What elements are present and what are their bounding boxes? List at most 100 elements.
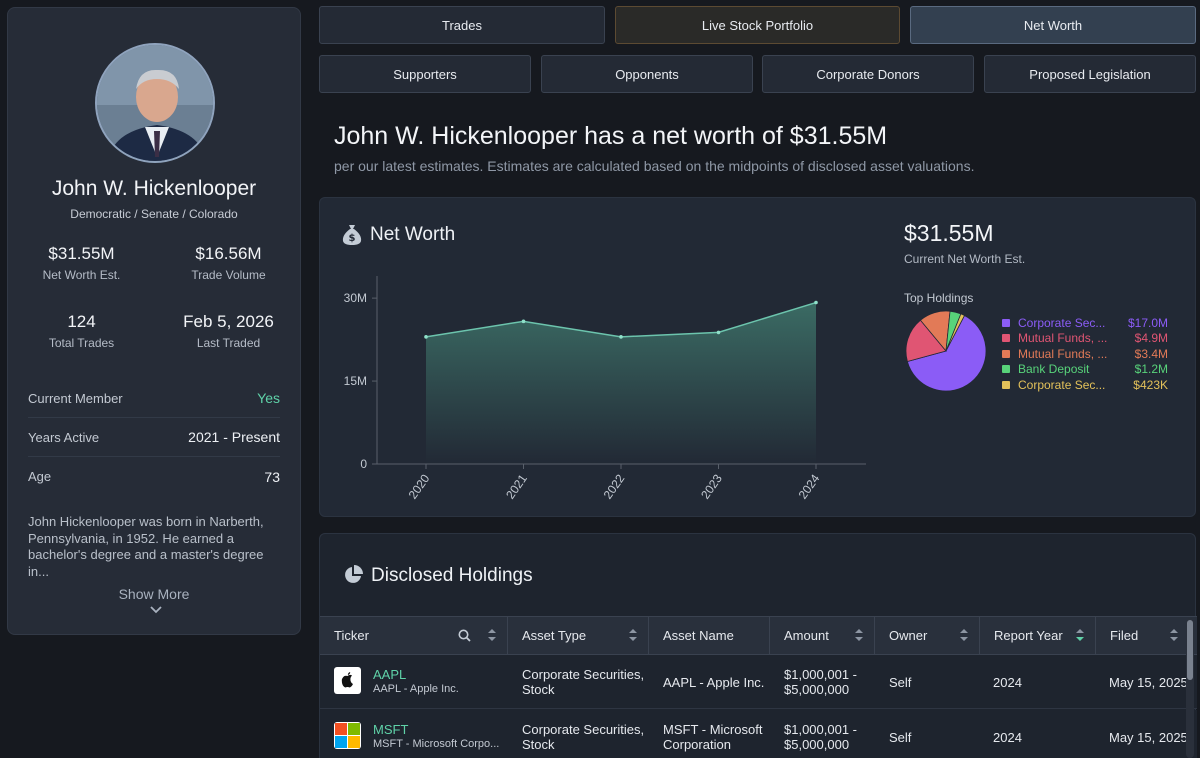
current-member-value: Yes xyxy=(257,390,280,406)
net-worth-area-chart: 0 15M 30M 2020 2021 2022 2023 2024 xyxy=(344,276,866,502)
tab-live-stock-portfolio[interactable]: Live Stock Portfolio xyxy=(615,6,900,44)
x-tick-label: 2022 xyxy=(601,471,628,501)
x-tick-label: 2023 xyxy=(698,471,725,501)
sort-icon[interactable] xyxy=(854,628,864,642)
age-row: Age 73 xyxy=(28,457,280,496)
years-active-row: Years Active 2021 - Present xyxy=(28,418,280,457)
legend-label: Corporate Sec... xyxy=(1018,315,1106,330)
ticker-cell[interactable]: MSFT MSFT - Microsoft Corpo... xyxy=(373,710,503,758)
asset-type-line: Corporate Securities, xyxy=(522,722,645,737)
disclosed-holdings-panel: Disclosed Holdings Ticker Asset Type Ass… xyxy=(319,533,1197,758)
legend-label: Bank Deposit xyxy=(1018,362,1090,377)
column-label: Ticker xyxy=(334,628,369,643)
legend-label: Mutual Funds, ... xyxy=(1018,331,1108,346)
legend-swatch xyxy=(1002,318,1010,327)
tab-trades[interactable]: Trades xyxy=(319,6,605,44)
amount-cell: $1,000,001 - $5,000,000 xyxy=(784,655,874,709)
trade-volume-stat: $16.56M Trade Volume xyxy=(155,244,302,282)
current-member-row: Current Member Yes xyxy=(28,379,280,418)
disclosed-holdings-title: Disclosed Holdings xyxy=(371,565,533,586)
sort-icon[interactable] xyxy=(1169,628,1179,642)
svg-text:$: $ xyxy=(349,233,356,244)
legend-item: Corporate Sec... $423K xyxy=(1002,377,1168,393)
party-chamber-state: Democratic / Senate / Colorado xyxy=(70,207,238,221)
tab-supporters[interactable]: Supporters xyxy=(319,55,531,93)
legend-label: Corporate Sec... xyxy=(1018,377,1106,392)
data-point xyxy=(424,335,428,339)
column-label: Asset Name xyxy=(663,628,734,643)
ticker-company: MSFT - Microsoft Corpo... xyxy=(373,738,500,750)
data-point xyxy=(619,335,623,339)
legend-item: Corporate Sec... $17.0M xyxy=(1002,315,1168,331)
sort-active-icon[interactable] xyxy=(1075,628,1085,642)
owner-cell: Self xyxy=(889,729,912,745)
table-scrollbar-thumb[interactable] xyxy=(1187,620,1193,680)
show-more-button[interactable]: Show More xyxy=(8,586,300,602)
top-holdings-label: Top Holdings xyxy=(904,291,974,305)
legend-swatch xyxy=(1002,365,1010,374)
tab-net-worth[interactable]: Net Worth xyxy=(910,6,1196,44)
column-header-filed[interactable]: Filed xyxy=(1096,617,1197,654)
chevron-down-icon[interactable] xyxy=(150,606,162,614)
net-worth-headline: John W. Hickenlooper has a net worth of … xyxy=(334,122,888,150)
column-header-asset-name[interactable]: Asset Name xyxy=(649,617,770,654)
sort-icon[interactable] xyxy=(628,628,638,642)
column-header-amount[interactable]: Amount xyxy=(770,617,875,654)
y-tick-label: 15M xyxy=(344,374,367,388)
amount-line: $5,000,000 xyxy=(784,737,850,752)
x-tick-label: 2020 xyxy=(406,471,433,501)
asset-type-cell: Corporate Securities, Stock xyxy=(522,710,647,758)
column-label: Filed xyxy=(1110,628,1139,643)
column-header-ticker[interactable]: Ticker xyxy=(320,617,508,654)
tab-opponents[interactable]: Opponents xyxy=(541,55,753,93)
report-year-cell: 2024 xyxy=(993,674,1022,690)
net-worth-label: Net Worth Est. xyxy=(42,268,121,282)
asset-type-line: Stock xyxy=(522,737,555,752)
legend-label: Mutual Funds, ... xyxy=(1018,346,1108,361)
ticker-symbol[interactable]: MSFT xyxy=(373,722,503,737)
net-worth-panel: $ Net Worth 0 15M 30M 2020 2021 2022 2023 2024 … xyxy=(319,197,1196,517)
legend-swatch xyxy=(1002,334,1010,343)
pie-chart-icon xyxy=(345,565,363,583)
legend-value: $423K xyxy=(1133,377,1168,392)
holdings-table-header: Ticker Asset Type Asset Name Amount Owne… xyxy=(320,616,1197,655)
net-worth-subline: per our latest estimates. Estimates are … xyxy=(334,158,975,174)
net-worth-value: $31.55M xyxy=(48,244,115,263)
tab-proposed-legislation[interactable]: Proposed Legislation xyxy=(984,55,1196,93)
age-value: 73 xyxy=(264,468,280,485)
search-icon[interactable] xyxy=(458,629,471,642)
data-point xyxy=(716,330,721,335)
column-label: Owner xyxy=(889,628,928,643)
asset-name-line: MSFT - Microsoft xyxy=(663,722,763,737)
trade-volume-value: $16.56M xyxy=(195,244,262,263)
column-label: Report Year xyxy=(994,628,1063,643)
net-worth-area-fill xyxy=(426,302,816,464)
legend-item: Bank Deposit $1.2M xyxy=(1002,362,1168,378)
sort-icon[interactable] xyxy=(959,628,969,642)
sort-icon[interactable] xyxy=(487,628,497,642)
total-trades-value: 124 xyxy=(67,312,96,331)
ticker-symbol[interactable]: AAPL xyxy=(373,667,503,682)
owner-cell: Self xyxy=(889,674,912,690)
column-header-report-year[interactable]: Report Year xyxy=(980,617,1096,654)
legend-value: $3.4M xyxy=(1134,346,1168,361)
y-tick-label: 30M xyxy=(344,291,367,305)
table-row[interactable]: MSFT MSFT - Microsoft Corpo... Corporate… xyxy=(320,710,1197,758)
politician-name: John W. Hickenlooper xyxy=(51,177,257,200)
current-net-worth-label: Current Net Worth Est. xyxy=(904,252,1026,266)
tab-corporate-donors[interactable]: Corporate Donors xyxy=(762,55,974,93)
apple-logo-icon xyxy=(334,667,361,694)
last-traded-label: Last Traded xyxy=(196,336,261,350)
column-header-owner[interactable]: Owner xyxy=(875,617,980,654)
total-trades-stat: 124 Total Trades xyxy=(8,312,155,350)
ticker-cell[interactable]: AAPL AAPL - Apple Inc. xyxy=(373,655,503,709)
age-label: Age xyxy=(28,469,52,484)
column-header-asset-type[interactable]: Asset Type xyxy=(508,617,649,654)
column-label: Amount xyxy=(784,628,829,643)
table-row[interactable]: AAPL AAPL - Apple Inc. Corporate Securit… xyxy=(320,655,1197,709)
last-traded-value: Feb 5, 2026 xyxy=(183,312,274,331)
avatar xyxy=(95,43,215,163)
column-label: Asset Type xyxy=(522,628,587,643)
legend-swatch xyxy=(1002,380,1010,389)
asset-type-cell: Corporate Securities, Stock xyxy=(522,655,647,709)
